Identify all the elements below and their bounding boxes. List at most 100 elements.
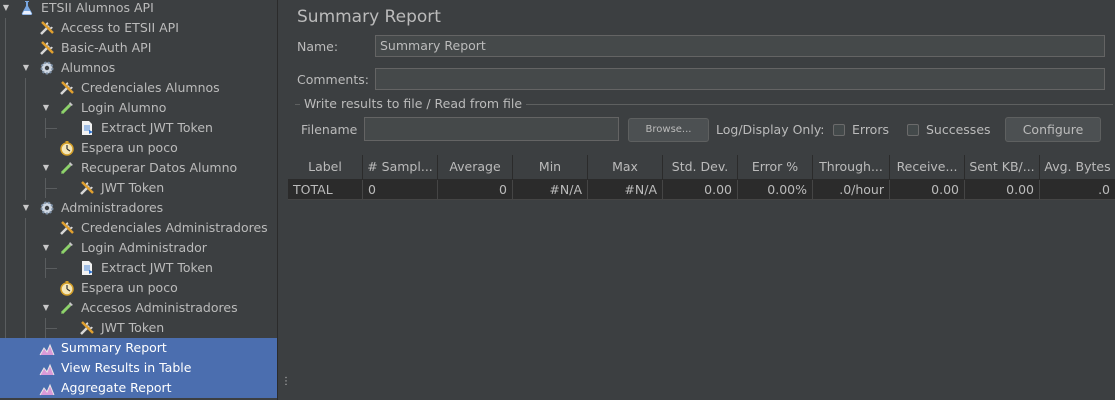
tree-item-label: Credenciales Alumnos	[81, 80, 220, 95]
flask-icon	[19, 0, 35, 16]
column-header[interactable]: Sent KB/...	[965, 155, 1040, 179]
tools-icon	[79, 320, 95, 336]
tree-item-aggregate-report[interactable]: Aggregate Report	[0, 378, 277, 398]
pipette-icon	[59, 160, 75, 176]
tree-item-administradores[interactable]: ▼ Administradores	[0, 198, 277, 218]
expand-arrow-icon[interactable]: ▼	[21, 198, 31, 218]
tools-icon	[39, 40, 55, 56]
tree-item-label: Recuperar Datos Alumno	[81, 160, 238, 175]
column-header[interactable]: Receive...	[890, 155, 965, 179]
tree-item-accesos-administradores[interactable]: ▼ Accesos Administradores	[0, 298, 277, 318]
page-title: Summary Report	[297, 7, 441, 27]
table-header: Label # Sampl... Average Min Max Std. De…	[288, 155, 1115, 180]
report-icon	[39, 360, 55, 376]
tree-item-label: ETSII Alumnos API	[41, 0, 154, 15]
expand-arrow-icon[interactable]: ▼	[41, 158, 51, 178]
configure-button[interactable]: Configure	[1005, 117, 1101, 142]
document-icon	[79, 120, 95, 136]
tree-item-label: Login Administrador	[81, 240, 207, 255]
expand-arrow-icon[interactable]: ▼	[41, 238, 51, 258]
log-display-label: Log/Display Only:	[716, 122, 825, 137]
tree-item-login-alumno[interactable]: ▼ Login Alumno	[0, 98, 277, 118]
gear-icon	[39, 60, 55, 76]
errors-checkbox[interactable]	[833, 124, 845, 136]
browse-button[interactable]: Browse...	[628, 118, 709, 142]
document-icon	[79, 260, 95, 276]
summary-report-panel: Summary Report Name: Summary Report Comm…	[288, 0, 1115, 400]
column-header[interactable]: # Sampl...	[363, 155, 438, 179]
tree-item-label: Accesos Administradores	[81, 300, 238, 315]
tree-item-recuperar-datos-alumno[interactable]: ▼ Recuperar Datos Alumno	[0, 158, 277, 178]
tree-item-extract-jwt-token[interactable]: Extract JWT Token	[0, 118, 277, 138]
table-cell: 0.00%	[738, 180, 813, 199]
tree-item-label: View Results in Table	[61, 360, 192, 375]
table-cell: TOTAL	[288, 180, 363, 199]
pipette-icon	[59, 240, 75, 256]
tree-item-label: Extract JWT Token	[101, 120, 213, 135]
tree-item-etsii-alumnos-api[interactable]: ▼ ETSII Alumnos API	[0, 0, 277, 18]
tree-item-label: Administradores	[61, 200, 164, 215]
tree-item-view-results-in-table[interactable]: View Results in Table	[0, 358, 277, 378]
gear-icon	[39, 200, 55, 216]
tree-item-credenciales-alumnos[interactable]: Credenciales Alumnos	[0, 78, 277, 98]
tree-item-label: Espera un poco	[81, 140, 178, 155]
tree-item-jwt-token[interactable]: JWT Token	[0, 318, 277, 338]
comments-field[interactable]	[375, 68, 1105, 90]
tree-item-extract-jwt-token[interactable]: Extract JWT Token	[0, 258, 277, 278]
pipette-icon	[59, 100, 75, 116]
tree-item-label: JWT Token	[101, 180, 165, 195]
split-pane-divider[interactable]: ⋮	[277, 0, 291, 400]
tree-item-access-to-etsii-api[interactable]: Access to ETSII API	[0, 18, 277, 38]
tree-item-alumnos[interactable]: ▼ Alumnos	[0, 58, 277, 78]
expand-arrow-icon[interactable]: ▼	[1, 0, 11, 18]
report-icon	[39, 340, 55, 356]
column-header[interactable]: Average	[438, 155, 513, 179]
table-cell: 0.00	[663, 180, 738, 199]
timer-icon	[59, 140, 75, 156]
tree-item-label: Summary Report	[61, 340, 167, 355]
drag-handle-icon[interactable]: ⋮	[281, 377, 291, 387]
tree-connector	[45, 328, 57, 329]
tree-item-basic-auth-api[interactable]: Basic-Auth API	[0, 38, 277, 58]
tree-connector	[45, 188, 57, 189]
tools-icon	[39, 20, 55, 36]
table-cell: 0.00	[965, 180, 1040, 199]
table-cell: #N/A	[513, 180, 588, 199]
column-header[interactable]: Max	[588, 155, 663, 179]
table-cell: 0.00	[890, 180, 965, 199]
tools-icon	[59, 220, 75, 236]
table-cell: #N/A	[588, 180, 663, 199]
tools-icon	[59, 80, 75, 96]
tree-connector	[45, 268, 57, 269]
tree-item-label: Espera un poco	[81, 280, 178, 295]
tree-item-label: Basic-Auth API	[61, 40, 152, 55]
tree-item-label: Login Alumno	[81, 100, 167, 115]
tree-item-jwt-token[interactable]: JWT Token	[0, 178, 277, 198]
column-header[interactable]: Label	[288, 155, 363, 179]
table-cell: 0	[438, 180, 513, 199]
tree-item-login-administrador[interactable]: ▼ Login Administrador	[0, 238, 277, 258]
column-header[interactable]: Avg. Bytes	[1040, 155, 1115, 179]
tree-item-summary-report[interactable]: Summary Report	[0, 338, 277, 358]
expand-arrow-icon[interactable]: ▼	[41, 98, 51, 118]
expand-arrow-icon[interactable]: ▼	[41, 298, 51, 318]
table-row[interactable]: TOTAL 0 0 #N/A #N/A 0.00 0.00% .0/hour 0…	[288, 180, 1115, 200]
tree-item-label: JWT Token	[101, 320, 165, 335]
table-cell: .0/hour	[813, 180, 890, 199]
successes-checkbox[interactable]	[907, 124, 919, 136]
expand-arrow-icon[interactable]: ▼	[21, 58, 31, 78]
tools-icon	[79, 180, 95, 196]
column-header[interactable]: Min	[513, 155, 588, 179]
column-header[interactable]: Std. Dev.	[663, 155, 738, 179]
name-field[interactable]: Summary Report	[375, 35, 1105, 57]
test-plan-tree[interactable]: ▼ ETSII Alumnos API Access to ETSII API …	[0, 0, 277, 400]
column-header[interactable]: Error %	[738, 155, 813, 179]
tree-item-espera-un-poco[interactable]: Espera un poco	[0, 278, 277, 298]
column-header[interactable]: Through...	[813, 155, 890, 179]
tree-item-espera-un-poco[interactable]: Espera un poco	[0, 138, 277, 158]
filename-field[interactable]	[364, 117, 619, 141]
comments-label: Comments:	[297, 72, 369, 87]
tree-item-label: Credenciales Administradores	[81, 220, 268, 235]
tree-item-credenciales-administradores[interactable]: Credenciales Administradores	[0, 218, 277, 238]
filename-label: Filename	[301, 122, 358, 137]
